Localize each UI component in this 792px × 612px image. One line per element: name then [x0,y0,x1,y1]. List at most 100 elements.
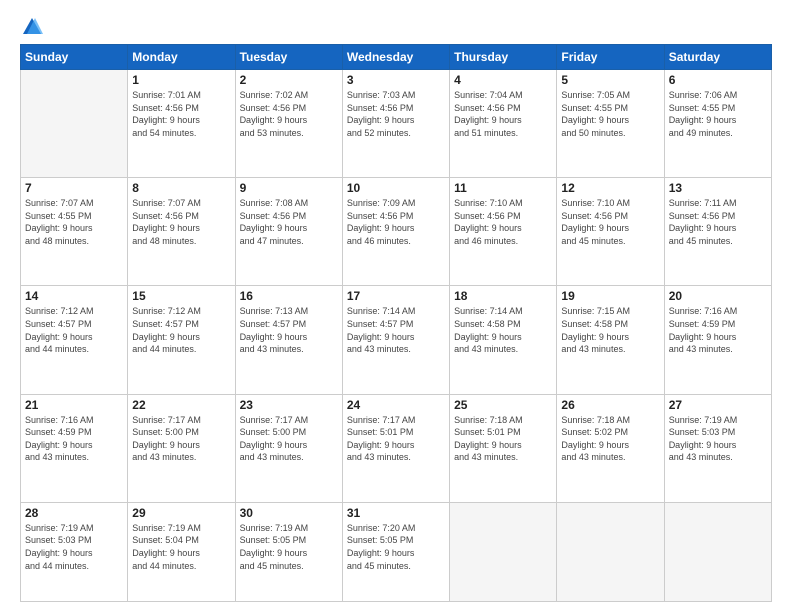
calendar-cell: 29Sunrise: 7:19 AM Sunset: 5:04 PM Dayli… [128,502,235,601]
day-number: 1 [132,73,230,87]
day-info: Sunrise: 7:17 AM Sunset: 5:00 PM Dayligh… [132,414,230,464]
calendar-week-row: 14 Sunrise: 7:12 AM Sunset: 4:57 PM Dayli… [21,286,772,394]
calendar-header-friday: Friday [557,45,664,70]
day-info: Sunrise: 7:07 AM Sunset: 4:55 PM Dayligh… [25,197,123,247]
day-info: Sunrise: 7:14 AM Sunset: 4:58 PM Dayligh… [454,305,552,355]
day-number: 6 [669,73,767,87]
day-info: Sunrise: 7:17 AM Sunset: 5:01 PM Dayligh… [347,414,445,464]
day-info: Sunrise: 7:10 AM Sunset: 4:56 PM Dayligh… [454,197,552,247]
day-info: Sunrise: 7:19 AM Sunset: 5:05 PM Dayligh… [240,522,338,572]
calendar-cell: 16Sunrise: 7:13 AM Sunset: 4:57 PM Dayli… [235,286,342,394]
day-number: 23 [240,398,338,412]
day-number: 12 [561,181,659,195]
day-number: 14 [25,289,123,303]
day-info: Sunrise: 7:16 AM Sunset: 4:59 PM Dayligh… [669,305,767,355]
day-info: Sunrise: 7:14 AM Sunset: 4:57 PM Dayligh… [347,305,445,355]
calendar-cell: 8 Sunrise: 7:07 AM Sunset: 4:56 PM Daylig… [128,178,235,286]
day-number: 24 [347,398,445,412]
day-info: Sunrise: 7:19 AM Sunset: 5:03 PM Dayligh… [669,414,767,464]
day-info: Sunrise: 7:05 AM Sunset: 4:55 PM Dayligh… [561,89,659,139]
calendar-cell: 7 Sunrise: 7:07 AM Sunset: 4:55 PM Daylig… [21,178,128,286]
day-number: 19 [561,289,659,303]
day-number: 31 [347,506,445,520]
calendar-cell: 9 Sunrise: 7:08 AM Sunset: 4:56 PM Daylig… [235,178,342,286]
calendar-cell: 1 Sunrise: 7:01 AM Sunset: 4:56 PM Daylig… [128,70,235,178]
calendar-cell: 27 Sunrise: 7:19 AM Sunset: 5:03 PM Dayli… [664,394,771,502]
calendar-header-row: SundayMondayTuesdayWednesdayThursdayFrid… [21,45,772,70]
calendar-cell: 23Sunrise: 7:17 AM Sunset: 5:00 PM Dayli… [235,394,342,502]
calendar-week-row: 1 Sunrise: 7:01 AM Sunset: 4:56 PM Daylig… [21,70,772,178]
day-number: 15 [132,289,230,303]
calendar-cell: 13 Sunrise: 7:11 AM Sunset: 4:56 PM Dayli… [664,178,771,286]
calendar-week-row: 7 Sunrise: 7:07 AM Sunset: 4:55 PM Daylig… [21,178,772,286]
day-info: Sunrise: 7:07 AM Sunset: 4:56 PM Dayligh… [132,197,230,247]
calendar-cell: 20 Sunrise: 7:16 AM Sunset: 4:59 PM Dayli… [664,286,771,394]
day-number: 21 [25,398,123,412]
calendar-cell: 2 Sunrise: 7:02 AM Sunset: 4:56 PM Daylig… [235,70,342,178]
calendar-cell: 21 Sunrise: 7:16 AM Sunset: 4:59 PM Dayli… [21,394,128,502]
calendar-cell: 5 Sunrise: 7:05 AM Sunset: 4:55 PM Daylig… [557,70,664,178]
day-number: 5 [561,73,659,87]
calendar-cell: 31 Sunrise: 7:20 AM Sunset: 5:05 PM Dayli… [342,502,449,601]
day-info: Sunrise: 7:15 AM Sunset: 4:58 PM Dayligh… [561,305,659,355]
day-number: 22 [132,398,230,412]
day-number: 9 [240,181,338,195]
calendar-header-sunday: Sunday [21,45,128,70]
calendar-cell [664,502,771,601]
page: SundayMondayTuesdayWednesdayThursdayFrid… [0,0,792,612]
calendar-header-thursday: Thursday [450,45,557,70]
calendar-header-monday: Monday [128,45,235,70]
day-info: Sunrise: 7:16 AM Sunset: 4:59 PM Dayligh… [25,414,123,464]
calendar-cell [450,502,557,601]
calendar-cell: 14Sunrise: 7:12 AM Sunset: 4:57 PM Dayli… [21,286,128,394]
calendar-cell [557,502,664,601]
day-info: Sunrise: 7:03 AM Sunset: 4:56 PM Dayligh… [347,89,445,139]
calendar-cell [21,70,128,178]
day-info: Sunrise: 7:09 AM Sunset: 4:56 PM Dayligh… [347,197,445,247]
calendar-cell: 22 Sunrise: 7:17 AM Sunset: 5:00 PM Dayli… [128,394,235,502]
day-number: 2 [240,73,338,87]
calendar-cell: 28 Sunrise: 7:19 AM Sunset: 5:03 PM Dayli… [21,502,128,601]
calendar-cell: 12 Sunrise: 7:10 AM Sunset: 4:56 PM Dayli… [557,178,664,286]
day-number: 8 [132,181,230,195]
day-number: 27 [669,398,767,412]
calendar-cell: 26Sunrise: 7:18 AM Sunset: 5:02 PM Dayli… [557,394,664,502]
day-number: 30 [240,506,338,520]
calendar-cell: 6 Sunrise: 7:06 AM Sunset: 4:55 PM Daylig… [664,70,771,178]
day-info: Sunrise: 7:06 AM Sunset: 4:55 PM Dayligh… [669,89,767,139]
calendar-cell: 30 Sunrise: 7:19 AM Sunset: 5:05 PM Dayli… [235,502,342,601]
day-number: 13 [669,181,767,195]
header [20,16,772,34]
calendar-cell: 3Sunrise: 7:03 AM Sunset: 4:56 PM Daylig… [342,70,449,178]
calendar-cell: 19 Sunrise: 7:15 AM Sunset: 4:58 PM Dayli… [557,286,664,394]
day-number: 16 [240,289,338,303]
day-number: 18 [454,289,552,303]
calendar-cell: 24 Sunrise: 7:17 AM Sunset: 5:01 PM Dayli… [342,394,449,502]
day-info: Sunrise: 7:08 AM Sunset: 4:56 PM Dayligh… [240,197,338,247]
day-info: Sunrise: 7:11 AM Sunset: 4:56 PM Dayligh… [669,197,767,247]
day-info: Sunrise: 7:19 AM Sunset: 5:03 PM Dayligh… [25,522,123,572]
day-info: Sunrise: 7:20 AM Sunset: 5:05 PM Dayligh… [347,522,445,572]
calendar-week-row: 28 Sunrise: 7:19 AM Sunset: 5:03 PM Dayli… [21,502,772,601]
day-info: Sunrise: 7:19 AM Sunset: 5:04 PM Dayligh… [132,522,230,572]
logo [20,16,44,34]
calendar-cell: 25Sunrise: 7:18 AM Sunset: 5:01 PM Dayli… [450,394,557,502]
calendar-cell: 17Sunrise: 7:14 AM Sunset: 4:57 PM Dayli… [342,286,449,394]
calendar-cell: 10 Sunrise: 7:09 AM Sunset: 4:56 PM Dayli… [342,178,449,286]
day-number: 20 [669,289,767,303]
calendar-cell: 11Sunrise: 7:10 AM Sunset: 4:56 PM Dayli… [450,178,557,286]
day-number: 28 [25,506,123,520]
calendar-cell: 18 Sunrise: 7:14 AM Sunset: 4:58 PM Dayli… [450,286,557,394]
day-info: Sunrise: 7:10 AM Sunset: 4:56 PM Dayligh… [561,197,659,247]
day-number: 7 [25,181,123,195]
logo-icon [21,16,43,38]
calendar-week-row: 21 Sunrise: 7:16 AM Sunset: 4:59 PM Dayli… [21,394,772,502]
day-info: Sunrise: 7:18 AM Sunset: 5:01 PM Dayligh… [454,414,552,464]
day-info: Sunrise: 7:12 AM Sunset: 4:57 PM Dayligh… [132,305,230,355]
day-info: Sunrise: 7:02 AM Sunset: 4:56 PM Dayligh… [240,89,338,139]
calendar-header-tuesday: Tuesday [235,45,342,70]
day-info: Sunrise: 7:01 AM Sunset: 4:56 PM Dayligh… [132,89,230,139]
day-number: 10 [347,181,445,195]
day-number: 4 [454,73,552,87]
calendar-cell: 4Sunrise: 7:04 AM Sunset: 4:56 PM Daylig… [450,70,557,178]
